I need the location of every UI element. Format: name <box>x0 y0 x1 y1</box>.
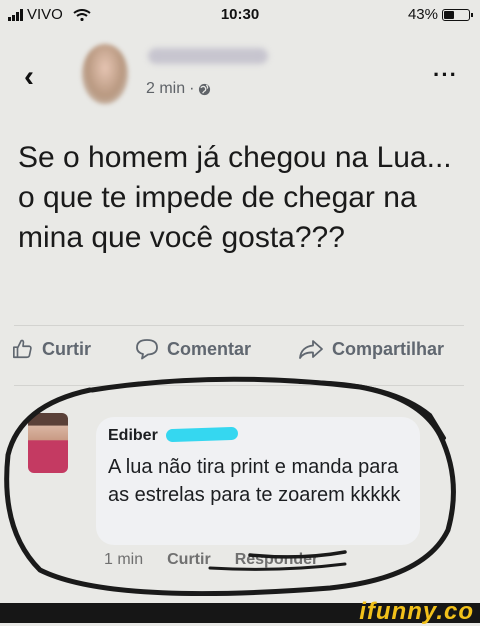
comment-reply-button[interactable]: Responder <box>235 551 319 569</box>
post-author-redacted <box>148 48 268 64</box>
globe-icon <box>199 83 211 95</box>
avatar[interactable] <box>82 44 128 104</box>
battery-fill <box>444 10 454 19</box>
watermark-logo: ifunny.co <box>359 598 474 625</box>
divider <box>14 385 464 386</box>
post-text: Se o homem já chegou na Lua... o que te … <box>18 141 452 254</box>
thumbs-up-icon <box>13 339 32 359</box>
comment-label: Comentar <box>167 338 252 359</box>
comment-meta: 1 min Curtir Responder <box>104 551 318 569</box>
battery-percent: 43% <box>407 6 438 23</box>
like-label: Curtir <box>42 338 91 359</box>
share-icon <box>299 340 323 359</box>
post-actions: Curtir Comentar Compartilhar <box>0 338 480 372</box>
comment-text: A lua não tira print e manda para as est… <box>108 456 401 506</box>
comment-bubble: Ediber A lua não tira print e manda para… <box>96 417 420 545</box>
comment-time: 1 min <box>104 551 144 568</box>
comment-author[interactable]: Ediber <box>108 427 158 445</box>
comment-like-button[interactable]: Curtir <box>167 551 211 569</box>
share-button[interactable]: Compartilhar <box>298 338 444 360</box>
divider <box>14 325 464 326</box>
comment-icon <box>136 339 158 360</box>
like-button[interactable]: Curtir <box>12 338 91 360</box>
post-meta: 2 min · <box>146 80 211 98</box>
back-icon[interactable]: ‹ <box>24 62 34 92</box>
comment-button[interactable]: Comentar <box>135 338 251 360</box>
redaction-mark <box>165 426 239 443</box>
status-bar: VIVO 10:30 43% <box>0 0 480 32</box>
meta-separator: · <box>189 80 195 97</box>
more-options-icon[interactable]: ··· <box>433 62 458 88</box>
status-right: 43% <box>407 6 473 23</box>
battery-icon <box>442 8 473 21</box>
post-time: 2 min <box>146 80 186 97</box>
share-label: Compartilhar <box>332 338 445 359</box>
post-header: ‹ 2 min · ··· <box>0 40 480 112</box>
comment-avatar[interactable] <box>28 413 68 473</box>
comment: Ediber A lua não tira print e manda para… <box>0 405 480 585</box>
